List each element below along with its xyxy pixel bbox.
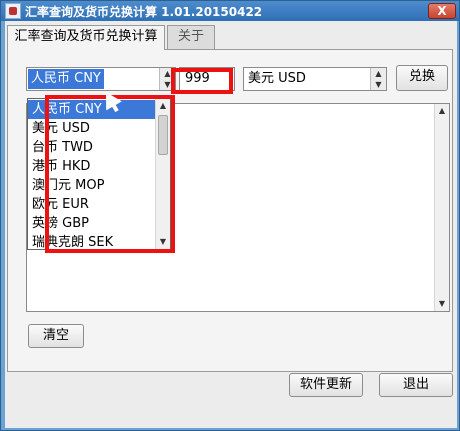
close-button[interactable]: X — [428, 3, 456, 19]
dropdown-option[interactable]: 台币 TWD — [28, 138, 156, 157]
dropdown-option[interactable]: 人民币 CNY — [28, 100, 156, 119]
tab-about[interactable]: 关于 — [167, 25, 215, 49]
scroll-down-icon[interactable]: ▼ — [156, 235, 170, 249]
chevron-down-icon[interactable]: ▲ ▼ — [370, 68, 386, 90]
exit-button[interactable]: 退出 — [379, 373, 453, 397]
scroll-down-icon[interactable]: ▼ — [435, 297, 449, 311]
window-title: 汇率查询及货币兑换计算 1.01.20150422 — [25, 5, 263, 19]
to-currency-select[interactable]: 美元 USD ▲ ▼ — [243, 67, 387, 91]
currency-dropdown-list[interactable]: 人民币 CNY 美元 USD 台币 TWD 港币 HKD 澳门元 MOP 欧元 … — [27, 98, 171, 250]
title-bar[interactable]: 汇率查询及货币兑换计算 1.01.20150422 X — [1, 1, 459, 21]
tab-converter[interactable]: 汇率查询及货币兑换计算 — [7, 25, 165, 50]
scroll-up-icon[interactable]: ▲ — [156, 99, 170, 113]
scroll-up-icon[interactable]: ▲ — [435, 104, 449, 118]
app-icon — [5, 3, 21, 19]
dropdown-option[interactable]: 英镑 GBP — [28, 214, 156, 233]
dropdown-option[interactable]: 港币 HKD — [28, 157, 156, 176]
dropdown-option[interactable]: 美元 USD — [28, 119, 156, 138]
amount-input[interactable]: 999 — [179, 67, 235, 91]
from-currency-select[interactable]: 人民币 CNY ▲ ▼ — [26, 67, 176, 91]
app-window: 汇率查询及货币兑换计算 1.01.20150422 X 汇率查询及货币兑换计算 … — [0, 0, 460, 431]
dropdown-option[interactable]: 欧元 EUR — [28, 195, 156, 214]
scroll-thumb[interactable] — [158, 115, 168, 155]
window-client-area: 汇率查询及货币兑换计算 关于 人民币 CNY ▲ ▼ 999 美元 USD ▲ ▼ … — [5, 21, 457, 428]
result-scrollbar[interactable]: ▲ ▼ — [434, 104, 449, 311]
dropdown-option[interactable]: 澳门元 MOP — [28, 176, 156, 195]
dropdown-option[interactable]: 瑞典克朗 SEK — [28, 233, 156, 248]
software-update-button[interactable]: 软件更新 — [289, 373, 363, 397]
dropdown-scrollbar[interactable]: ▲ ▼ — [155, 99, 170, 249]
from-currency-value: 人民币 CNY — [28, 69, 104, 89]
chevron-down-icon[interactable]: ▲ ▼ — [159, 68, 175, 90]
clear-button[interactable]: 清空 — [28, 324, 84, 348]
convert-button[interactable]: 兑换 — [396, 65, 448, 91]
to-currency-value: 美元 USD — [248, 71, 306, 86]
